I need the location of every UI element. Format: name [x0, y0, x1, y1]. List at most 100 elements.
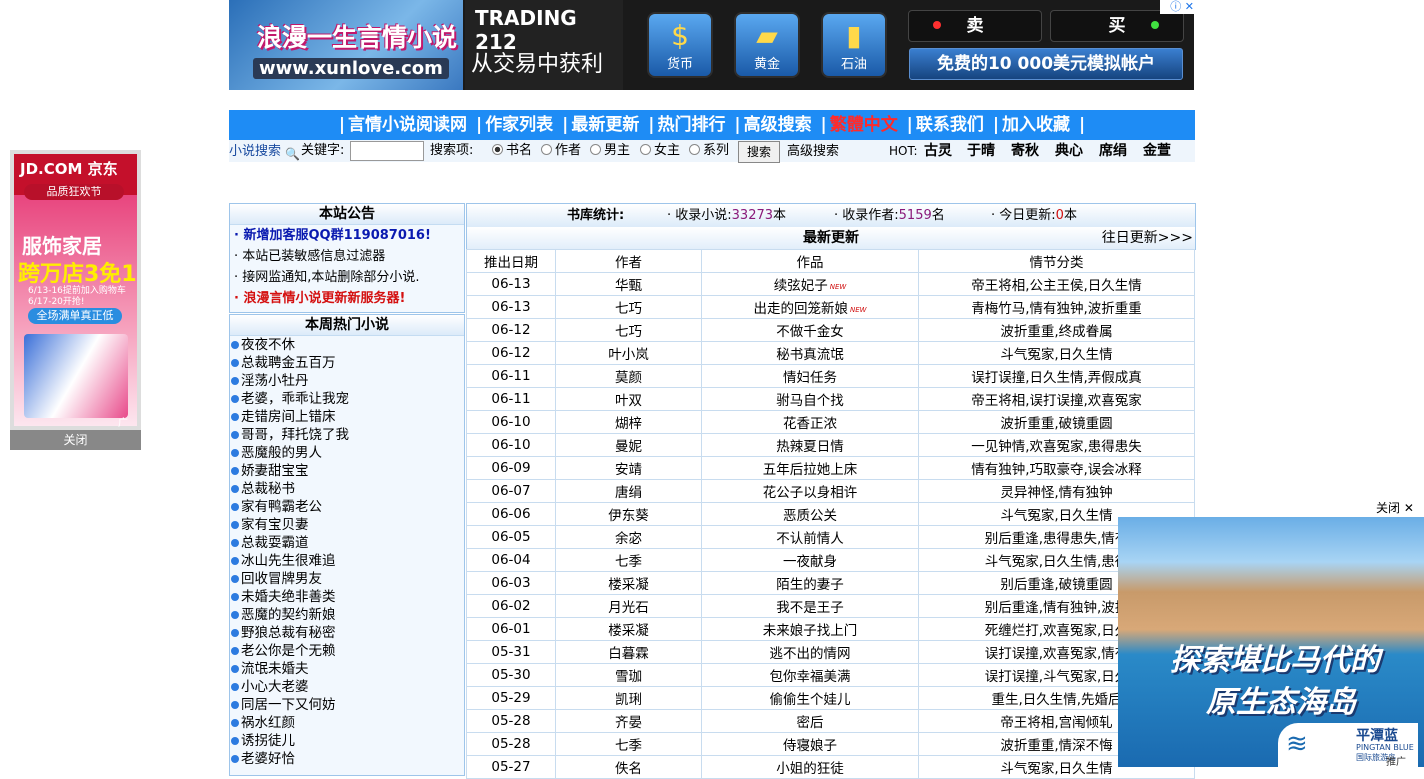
hot-novel-item[interactable]: 夜夜不休 [230, 336, 464, 354]
radio-author[interactable]: 作者 [541, 140, 581, 162]
hot-novel-item[interactable]: 流氓未婚夫 [230, 660, 464, 678]
row-author[interactable]: 白暮霖 [555, 640, 702, 664]
top-banner-ad[interactable]: 浪漫一生言情小说 www.xunlove.com TRADING 212 从交易… [229, 0, 1194, 90]
row-title[interactable]: 逃不出的情网 [701, 640, 919, 664]
hot-novel-item[interactable]: 老婆，乖乖让我宠 [230, 390, 464, 408]
hot-word[interactable]: 席绢 [1099, 140, 1127, 162]
hot-novel-item[interactable]: 淫荡小牡丹 [230, 372, 464, 390]
radio-male-lead[interactable]: 男主 [590, 140, 630, 162]
hot-novel-item[interactable]: 走错房间上错床 [230, 408, 464, 426]
row-author[interactable]: 叶小岚 [555, 341, 702, 365]
nav-item-contact[interactable]: 联系我们 [916, 115, 984, 135]
hot-novel-item[interactable]: 野狼总裁有秘密 [230, 624, 464, 642]
row-author[interactable]: 叶双 [555, 387, 702, 411]
currency-tile[interactable]: $ 货币 [647, 12, 713, 78]
hot-novel-item[interactable]: 老公你是个无赖 [230, 642, 464, 660]
xunlove-logo[interactable]: 浪漫一生言情小说 www.xunlove.com [229, 0, 463, 90]
row-title[interactable]: 情妇任务 [701, 364, 919, 388]
row-title[interactable]: 秘书真流氓 [701, 341, 919, 365]
row-title[interactable]: 不做千金女 [701, 318, 919, 342]
hot-novel-item[interactable]: 家有宝贝妻 [230, 516, 464, 534]
row-title[interactable]: 包你幸福美满 [701, 663, 919, 687]
row-author[interactable]: 曼妮 [555, 433, 702, 457]
row-author[interactable]: 齐晏 [555, 709, 702, 733]
oil-tile[interactable]: ▮ 石油 [821, 12, 887, 78]
radio-female-lead[interactable]: 女主 [640, 140, 680, 162]
search-label[interactable]: 小说搜索 [229, 141, 281, 163]
left-floating-ad[interactable]: JD.COM 京东 品质狂欢节 服饰家居 跨万店3免1 6/13-16提前加入购… [10, 150, 141, 450]
nav-item-latest[interactable]: 最新更新 [571, 115, 639, 135]
row-author[interactable]: 华甄 [555, 272, 702, 296]
row-title[interactable]: 侍寝娘子 [701, 732, 919, 756]
row-title[interactable]: 不认前情人 [701, 525, 919, 549]
nav-item-bookmark[interactable]: 加入收藏 [1002, 115, 1070, 135]
nav-item-home[interactable]: 言情小说阅读网 [348, 115, 467, 135]
search-button[interactable]: 搜索 [738, 141, 780, 163]
notice-item[interactable]: · 浪漫言情小说更新新服务器! [230, 288, 464, 309]
row-title[interactable]: 恶质公关 [701, 502, 919, 526]
buy-button[interactable]: 买 [1050, 10, 1184, 42]
hot-word[interactable]: 典心 [1055, 140, 1083, 162]
row-title[interactable]: 花公子以身相许 [701, 479, 919, 503]
nav-item-traditional-chinese[interactable]: 繁體中文 [830, 115, 898, 135]
radio-title[interactable]: 书名 [492, 140, 532, 162]
hot-novel-item[interactable]: 娇妻甜宝宝 [230, 462, 464, 480]
right-floating-ad[interactable]: 探索堪比马代的 原生态海岛 ≋ 平潭蓝 PINGTAN BLUE 国际旅游岛 推… [1118, 517, 1424, 767]
hot-novel-item[interactable]: 小心大老婆 [230, 678, 464, 696]
sell-button[interactable]: 卖 [908, 10, 1042, 42]
right-ad-close-button[interactable]: 关闭 ✕ [1376, 499, 1414, 516]
row-title[interactable]: 未来娘子找上门 [701, 617, 919, 641]
hot-novel-item[interactable]: 冰山先生很难追 [230, 552, 464, 570]
row-title[interactable]: 陌生的妻子 [701, 571, 919, 595]
row-author[interactable]: 七季 [555, 548, 702, 572]
row-author[interactable]: 伊东葵 [555, 502, 702, 526]
hot-word[interactable]: 金萱 [1143, 140, 1171, 162]
row-title[interactable]: 小姐的狂徒 [701, 755, 919, 779]
row-title[interactable]: 我不是王子 [701, 594, 919, 618]
hot-word[interactable]: 于晴 [967, 140, 995, 162]
nav-item-advanced-search[interactable]: 高级搜索 [744, 115, 812, 135]
hot-word[interactable]: 寄秋 [1011, 140, 1039, 162]
hot-novel-item[interactable]: 总裁秘书 [230, 480, 464, 498]
row-author[interactable]: 余宓 [555, 525, 702, 549]
hot-novel-item[interactable]: 哥哥，拜托饶了我 [230, 426, 464, 444]
hot-novel-item[interactable]: 祸水红颜 [230, 714, 464, 732]
row-author[interactable]: 雪珈 [555, 663, 702, 687]
row-title[interactable]: 花香正浓 [701, 410, 919, 434]
hot-novel-item[interactable]: 老婆好恰 [230, 750, 464, 768]
row-title[interactable]: 续弦妃子 NEW [701, 272, 919, 296]
row-title[interactable]: 五年后拉她上床 [701, 456, 919, 480]
row-author[interactable]: 安靖 [555, 456, 702, 480]
row-author[interactable]: 唐绢 [555, 479, 702, 503]
row-author[interactable]: 月光石 [555, 594, 702, 618]
nav-item-ranking[interactable]: 热门排行 [657, 115, 725, 135]
row-author[interactable]: 七季 [555, 732, 702, 756]
row-title[interactable]: 一夜献身 [701, 548, 919, 572]
row-title[interactable]: 驸马自个找 [701, 387, 919, 411]
row-title[interactable]: 密后 [701, 709, 919, 733]
row-title[interactable]: 出走的回笼新娘 NEW [701, 295, 919, 319]
notice-item[interactable]: · 接网监通知,本站删除部分小说. [230, 267, 464, 288]
left-ad-close-button[interactable]: 关闭 [10, 430, 141, 450]
hot-novel-item[interactable]: 同居一下又何妨 [230, 696, 464, 714]
more-updates-link[interactable]: 往日更新>>> [1102, 227, 1193, 249]
hot-novel-item[interactable]: 恶魔般的男人 [230, 444, 464, 462]
gold-tile[interactable]: ▰ 黄金 [734, 12, 800, 78]
row-author[interactable]: 楼采凝 [555, 571, 702, 595]
hot-novel-item[interactable]: 回收冒牌男友 [230, 570, 464, 588]
row-author[interactable]: 七巧 [555, 318, 702, 342]
hot-word[interactable]: 古灵 [924, 140, 952, 162]
trading-ad-panel[interactable]: TRADING 212 从交易中获利 [465, 0, 623, 90]
keyword-input[interactable] [350, 141, 424, 161]
notice-item[interactable]: · 本站已装敏感信息过滤器 [230, 246, 464, 267]
advanced-search-link[interactable]: 高级搜索 [787, 141, 839, 163]
hot-novel-item[interactable]: 诱拐徒儿 [230, 732, 464, 750]
row-title[interactable]: 热辣夏日情 [701, 433, 919, 457]
radio-series[interactable]: 系列 [689, 140, 729, 162]
row-author[interactable]: 煳梓 [555, 410, 702, 434]
row-author[interactable]: 七巧 [555, 295, 702, 319]
hot-novel-item[interactable]: 总裁耍霸道 [230, 534, 464, 552]
notice-item[interactable]: · 新增加客服QQ群119087016! [230, 225, 464, 246]
ad-choices-icon[interactable]: ⓘ ✕ [1160, 0, 1194, 14]
row-author[interactable]: 楼采凝 [555, 617, 702, 641]
